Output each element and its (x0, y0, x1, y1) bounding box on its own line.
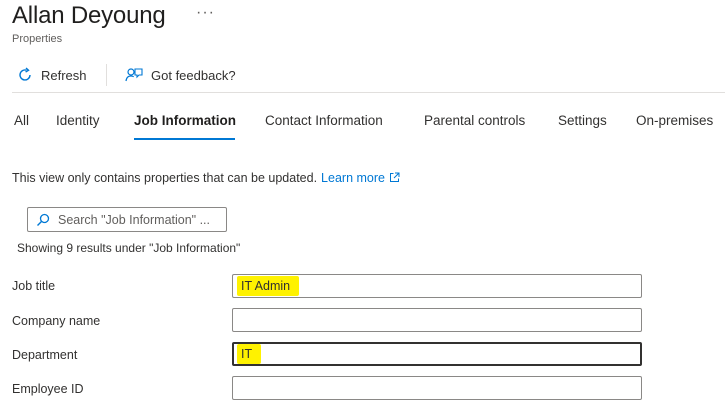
tab-all[interactable]: All (14, 113, 29, 128)
tab-settings[interactable]: Settings (558, 113, 607, 128)
feedback-button[interactable]: Got feedback? (125, 64, 236, 86)
toolbar-divider (106, 64, 107, 86)
refresh-label: Refresh (41, 67, 87, 83)
page-title: Allan Deyoung (12, 2, 166, 29)
tab-contact-information[interactable]: Contact Information (265, 113, 383, 128)
department-field[interactable]: IT (232, 342, 642, 366)
tab-job-information[interactable]: Job Information (134, 113, 236, 128)
external-link-icon (389, 172, 400, 186)
job-title-label: Job title (12, 279, 56, 293)
feedback-label: Got feedback? (151, 67, 236, 83)
results-count: Showing 9 results under "Job Information… (17, 241, 241, 255)
search-input[interactable] (58, 212, 218, 227)
job-title-value: IT Admin (237, 276, 300, 296)
page-subtitle: Properties (12, 33, 63, 45)
active-tab-indicator (134, 138, 235, 140)
toolbar-bottom-border (12, 92, 725, 93)
department-label: Department (12, 348, 78, 362)
tab-parental-controls[interactable]: Parental controls (424, 113, 525, 128)
feedback-icon (125, 67, 143, 83)
search-icon (36, 213, 50, 227)
more-options-button[interactable]: ··· (196, 4, 215, 22)
tab-on-premises[interactable]: On-premises (636, 113, 713, 128)
company-name-label: Company name (12, 314, 101, 328)
company-name-field[interactable] (232, 308, 642, 332)
job-title-field[interactable]: IT Admin (232, 274, 642, 298)
search-box[interactable] (27, 207, 227, 232)
employee-id-label: Employee ID (12, 382, 84, 396)
refresh-icon (17, 67, 33, 83)
info-text: This view only contains properties that … (12, 171, 318, 185)
department-value: IT (237, 344, 262, 364)
learn-more-link[interactable]: Learn more (321, 171, 400, 185)
refresh-button[interactable]: Refresh (17, 64, 87, 86)
info-message: This view only contains properties that … (12, 171, 400, 186)
tab-identity[interactable]: Identity (56, 113, 100, 128)
employee-id-field[interactable] (232, 376, 642, 400)
